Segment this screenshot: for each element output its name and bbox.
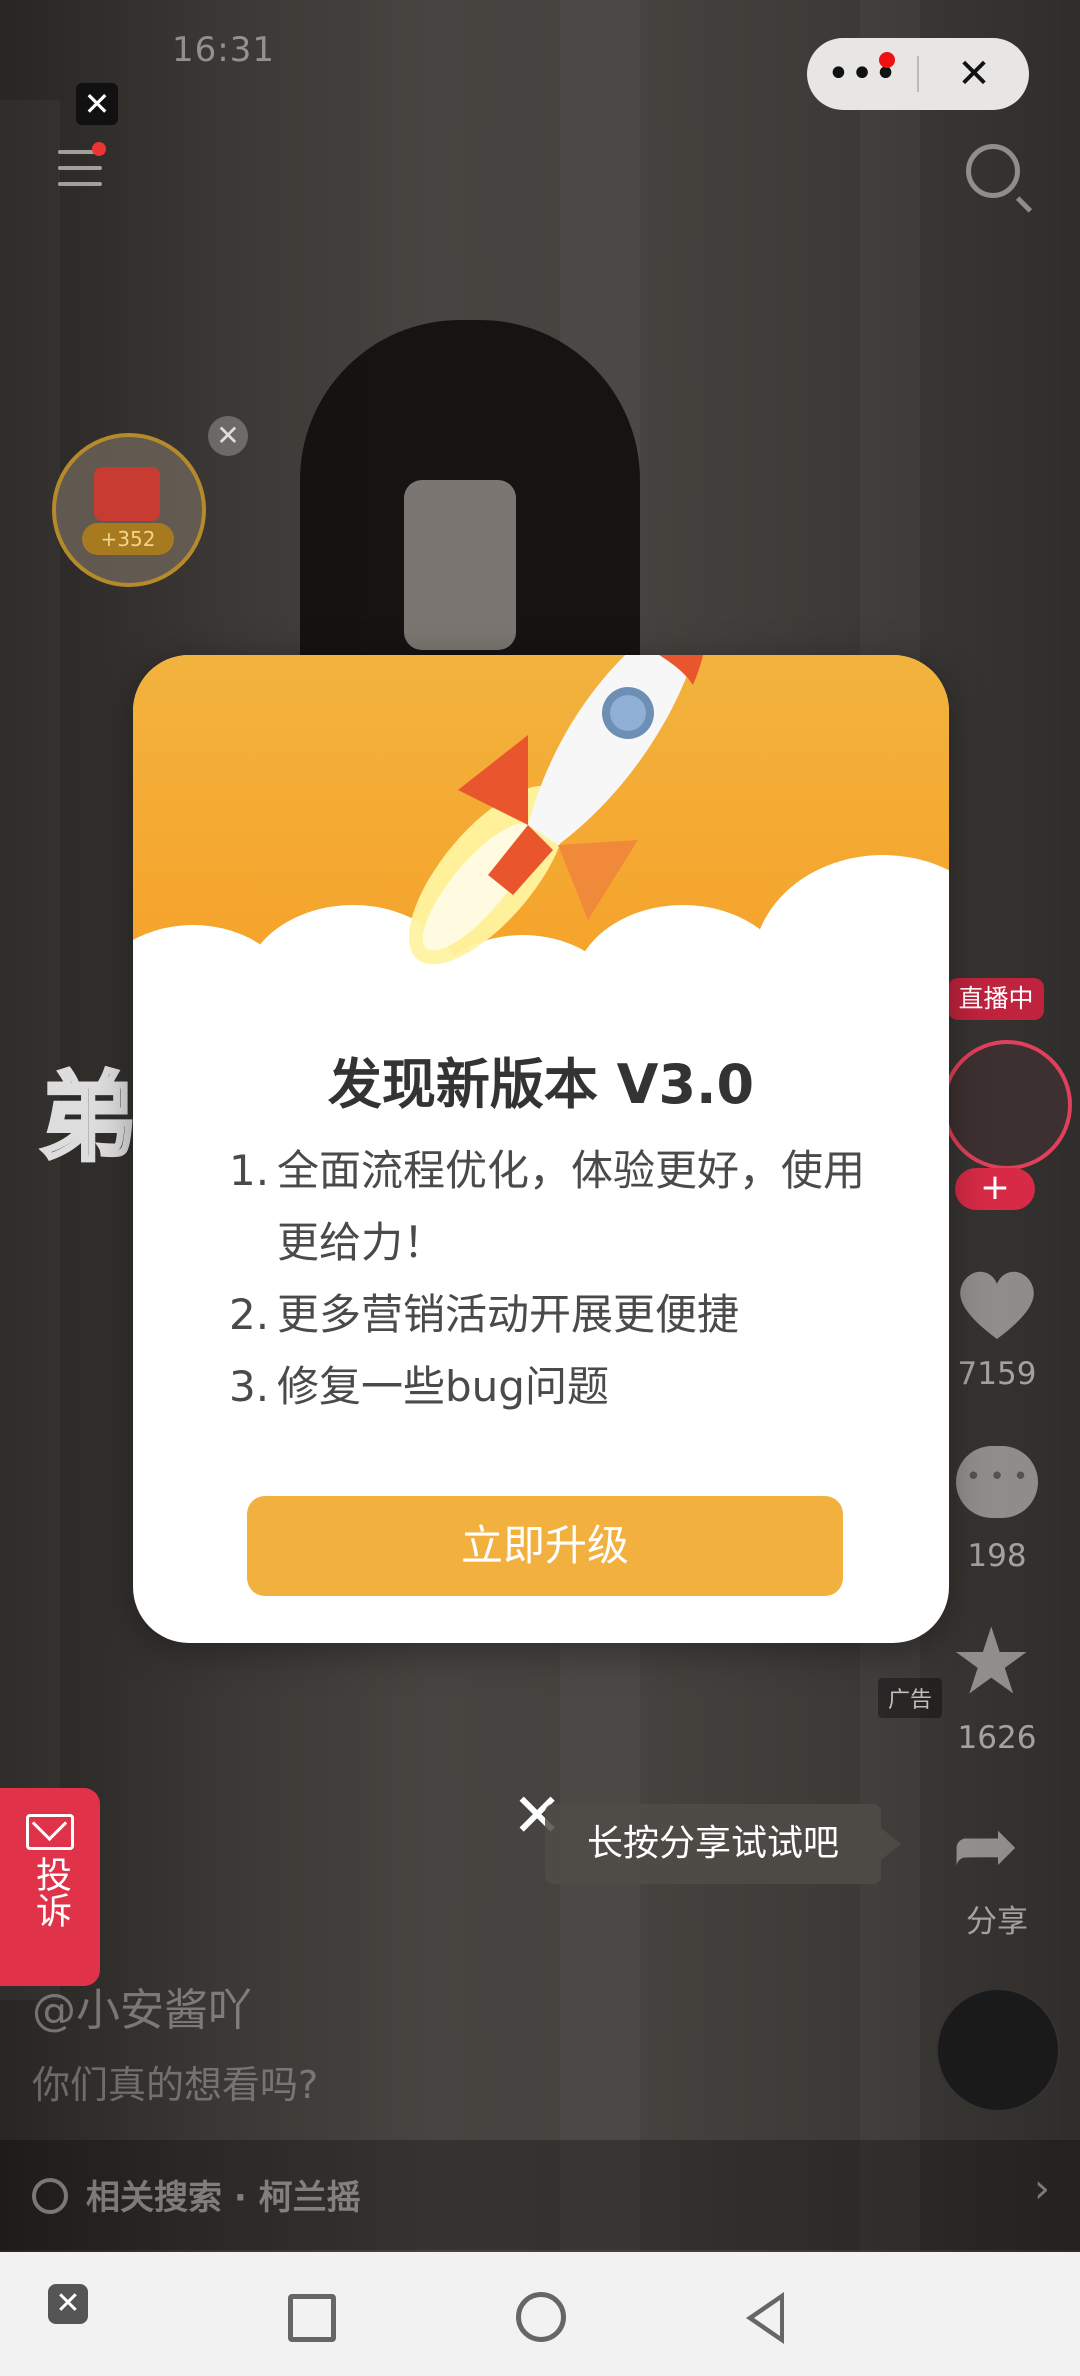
live-badge[interactable]: 直播中 <box>948 978 1044 1020</box>
red-packet-amount: +352 <box>82 523 174 555</box>
nav-close-icon[interactable]: ✕ <box>48 2284 88 2324</box>
heart-icon[interactable] <box>954 1262 1040 1342</box>
dialog-title: 发现新版本 V3.0 <box>327 1053 755 1116</box>
list-item: 1. 全面流程优化，体验更好，使用更给力！ <box>229 1135 889 1279</box>
favorite-count: 1626 <box>957 1720 1037 1756</box>
notification-dot <box>879 52 895 68</box>
report-button[interactable]: 投诉 <box>0 1788 100 1986</box>
rocket-icon <box>408 655 704 965</box>
more-menu-button[interactable]: ••• <box>807 38 917 110</box>
share-label: 分享 <box>966 1904 1028 1940</box>
status-time: 16:31 <box>172 30 275 70</box>
report-label: 投诉 <box>30 1856 71 1928</box>
item-number: 2. <box>229 1290 270 1339</box>
comment-count: 198 <box>967 1538 1027 1574</box>
item-number: 1. <box>229 1146 270 1195</box>
username[interactable]: @小安酱吖 <box>32 1974 252 2038</box>
red-packet-widget[interactable]: +352 <box>52 433 206 587</box>
back-icon[interactable] <box>746 2292 784 2344</box>
item-text: 修复一些bug问题 <box>277 1362 609 1411</box>
comment-icon[interactable] <box>956 1446 1038 1518</box>
related-search-text: 相关搜索 · 柯兰摇 <box>86 2178 361 2218</box>
creator-avatar[interactable] <box>942 1040 1072 1170</box>
ad-close-icon[interactable]: ✕ <box>76 83 118 125</box>
capsule-close-button[interactable]: ✕ <box>919 38 1029 110</box>
chevron-right-icon: › <box>1034 2166 1050 2212</box>
update-dialog: 发现新版本 V3.0 1. 全面流程优化，体验更好，使用更给力！ 2. 更多营销… <box>133 655 949 1643</box>
menu-badge-dot <box>92 142 106 156</box>
list-item: 2. 更多营销活动开展更便捷 <box>229 1279 889 1351</box>
update-notes-list: 1. 全面流程优化，体验更好，使用更给力！ 2. 更多营销活动开展更便捷 3. … <box>229 1135 889 1423</box>
list-item: 3. 修复一些bug问题 <box>229 1351 889 1423</box>
video-overlay-text: 弟 <box>38 1060 138 1176</box>
caption: 你们真的想看吗? <box>32 2063 319 2107</box>
recent-apps-icon[interactable] <box>288 2294 336 2342</box>
share-tip-bubble: 长按分享试试吧 <box>545 1804 901 1884</box>
ad-badge: 广告 <box>878 1678 943 1718</box>
search-icon <box>32 2178 68 2214</box>
red-envelope-icon <box>94 467 160 521</box>
home-icon[interactable] <box>516 2292 566 2342</box>
item-text: 更多营销活动开展更便捷 <box>277 1290 740 1339</box>
related-search-bar[interactable]: 相关搜索 · 柯兰摇 › <box>0 2140 1080 2250</box>
like-count: 7159 <box>957 1356 1037 1392</box>
share-icon[interactable]: ➦ <box>952 1806 1019 1886</box>
item-number: 3. <box>229 1362 270 1411</box>
search-icon[interactable] <box>966 144 1020 198</box>
upgrade-now-button[interactable]: 立即升级 <box>247 1496 843 1596</box>
follow-button[interactable]: + <box>955 1168 1035 1210</box>
red-packet-close-button[interactable]: ✕ <box>208 416 248 456</box>
mail-icon <box>26 1814 74 1850</box>
music-disc-icon[interactable] <box>936 1988 1060 2112</box>
mini-program-capsule: ••• ✕ <box>807 38 1029 110</box>
star-icon[interactable]: ★ <box>950 1616 1032 1708</box>
item-text: 全面流程优化，体验更好，使用更给力！ <box>277 1146 866 1267</box>
system-nav-bar: ✕ <box>0 2252 1080 2376</box>
